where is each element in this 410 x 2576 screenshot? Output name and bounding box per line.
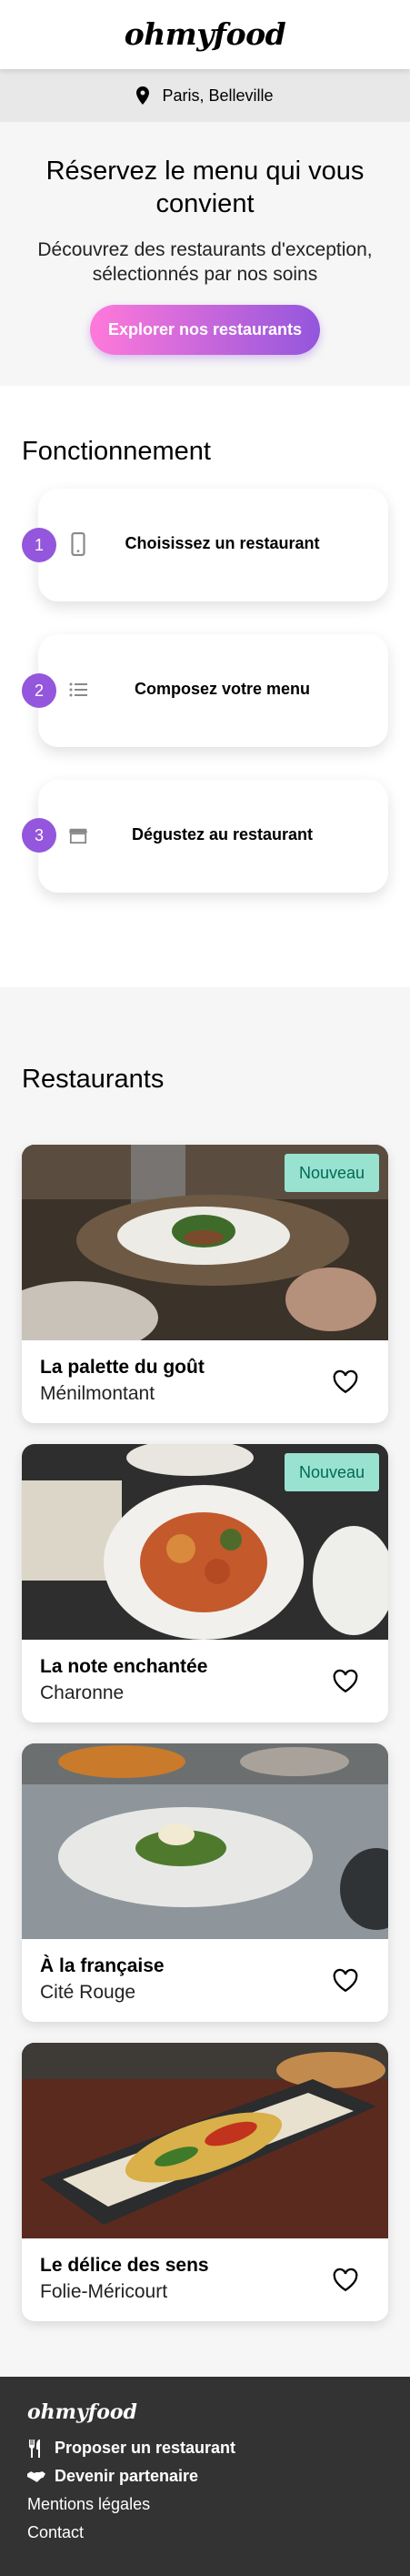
step-number: 1 [22, 528, 56, 562]
location-bar: Paris, Belleville [0, 69, 410, 122]
hero-title: Réservez le menu qui vous convient [45, 157, 365, 218]
step-label: Choisissez un restaurant [125, 534, 320, 552]
heart-icon[interactable] [332, 1669, 359, 1693]
step-label: Composez votre menu [134, 680, 311, 698]
site-footer: ohmyfood Proposer un restaurant Devenir … [0, 2377, 410, 2576]
restaurant-location: Folie-Méricourt [40, 2281, 168, 2302]
restaurants-section-title: Restaurants [22, 1065, 165, 1094]
restaurant-name: La palette du goût [40, 1357, 205, 1378]
restaurant-card[interactable]: À la française Cité Rouge [22, 1743, 388, 2022]
heart-icon[interactable] [332, 1369, 359, 1394]
step-label: Dégustez au restaurant [131, 825, 314, 844]
restaurant-location: Cité Rouge [40, 1982, 136, 2003]
restaurant-location: Ménilmontant [40, 1383, 155, 1404]
footer-link-contact[interactable]: Contact [27, 2523, 84, 2542]
footer-link-label: Devenir partenaire [55, 2467, 199, 2485]
site-header: ohmyfood [0, 0, 410, 69]
step-number: 3 [22, 818, 56, 853]
restaurant-card[interactable]: Le délice des sens Folie-Méricourt [22, 2043, 388, 2321]
handshake-icon [27, 2470, 45, 2482]
step-card-1: Choisissez un restaurant [38, 489, 388, 601]
footer-link-label: Proposer un restaurant [55, 2439, 236, 2457]
heart-icon[interactable] [332, 1968, 359, 1993]
new-badge: Nouveau [285, 1154, 379, 1192]
footer-link-propose[interactable]: Proposer un restaurant [27, 2439, 235, 2458]
step-card-2: Composez votre menu [38, 634, 388, 747]
explore-restaurants-button[interactable]: Explorer nos restaurants [90, 305, 320, 355]
logo[interactable]: ohmyfood [0, 16, 410, 52]
step-number: 2 [22, 673, 56, 708]
utensils-icon [29, 2439, 40, 2458]
footer-link-legal[interactable]: Mentions légales [27, 2495, 150, 2514]
map-marker-icon [136, 86, 150, 105]
restaurant-name: La note enchantée [40, 1656, 208, 1677]
footer-link-partner[interactable]: Devenir partenaire [27, 2467, 198, 2486]
restaurant-card[interactable]: Nouveau La note enchantée Charonne [22, 1444, 388, 1722]
restaurant-photo [22, 1743, 388, 1939]
location-text: Paris, Belleville [162, 86, 274, 105]
hero-section: Réservez le menu qui vous convient Décou… [0, 122, 410, 386]
hero-subtitle: Découvrez des restaurants d'exception, s… [37, 239, 373, 285]
restaurant-name: À la française [40, 1955, 165, 1976]
restaurant-location: Charonne [40, 1682, 125, 1703]
restaurant-name: Le délice des sens [40, 2255, 209, 2276]
footer-link-label: Contact [27, 2523, 85, 2541]
heart-icon[interactable] [332, 2268, 359, 2292]
how-section-title: Fonctionnement [22, 437, 211, 466]
restaurant-photo [22, 2043, 388, 2238]
restaurant-card[interactable]: Nouveau La palette du goût Ménilmontant [22, 1145, 388, 1423]
new-badge: Nouveau [285, 1453, 379, 1491]
step-card-3: Dégustez au restaurant [38, 780, 388, 893]
footer-link-label: Mentions légales [27, 2495, 151, 2513]
footer-logo[interactable]: ohmyfood [27, 2400, 137, 2424]
